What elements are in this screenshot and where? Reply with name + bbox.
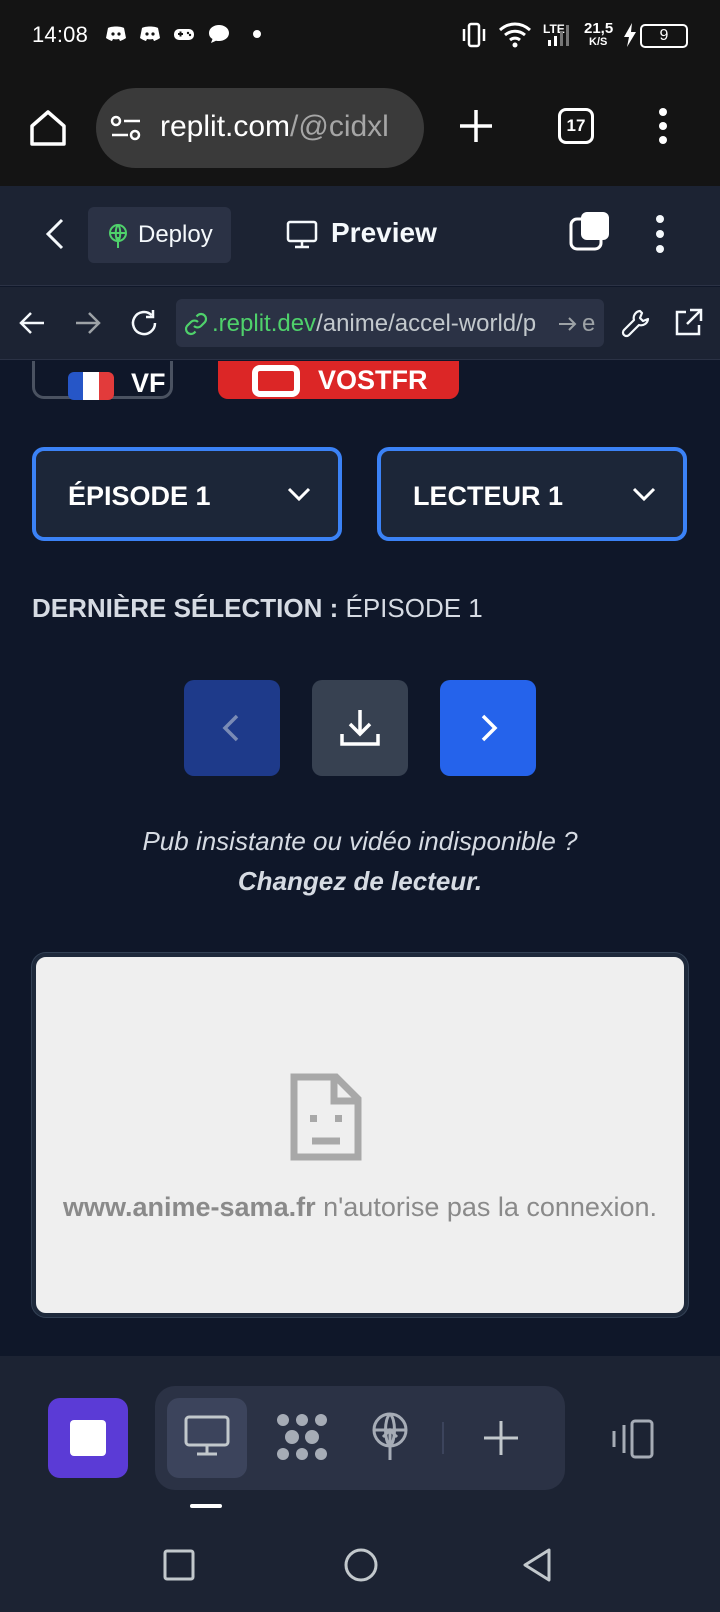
webview-url-path: /anime/accel-world/p — [316, 310, 537, 337]
lang-vf-label: VF — [131, 368, 166, 398]
notice-line-2: Changez de lecteur. — [237, 866, 483, 896]
reload-icon[interactable] — [128, 307, 160, 339]
next-episode-button[interactable] — [440, 680, 536, 776]
lang-vostfr-label: VOSTFR — [318, 365, 428, 395]
url-path: /@cidxl — [290, 110, 389, 143]
clock: 14:08 — [32, 22, 89, 47]
iframe-error-message: www.anime-sama.fr n'autorise pas la conn… — [36, 1189, 684, 1225]
iframe-error-domain: www.anime-sama.fr — [63, 1192, 316, 1222]
status-bar: 14:08 LTE 21,5 K/S 9 — [0, 0, 720, 72]
notice-line-1: Pub insistante ou vidéo indisponible ? — [142, 826, 578, 856]
video-player-iframe[interactable]: www.anime-sama.fr n'autorise pas la conn… — [32, 953, 688, 1317]
deploy-button[interactable]: Deploy — [88, 207, 231, 263]
replit-bottom-bar — [0, 1356, 720, 1516]
charging-icon — [624, 23, 636, 47]
discord-icon — [140, 26, 160, 41]
deploy-icon — [372, 1412, 408, 1460]
preview-label: Preview — [331, 217, 437, 248]
back-triangle-icon[interactable] — [520, 1546, 554, 1584]
plus-icon — [484, 1421, 518, 1455]
preview-tab[interactable]: Preview — [283, 206, 443, 266]
wifi-icon — [499, 22, 531, 48]
more-options-icon[interactable] — [656, 104, 670, 148]
episode-select[interactable]: ÉPISODE 1 — [32, 447, 342, 541]
webview-url-domain: .replit.dev — [212, 310, 317, 337]
chevron-down-icon — [287, 487, 311, 502]
webview-toolbar: .replit.dev/anime/accel-world/p e — [0, 287, 720, 360]
player-select[interactable]: LECTEUR 1 — [377, 447, 687, 541]
agent-icon — [277, 1414, 327, 1460]
workspace-tool-switcher — [155, 1386, 565, 1490]
tab-manager-icon[interactable] — [608, 1418, 656, 1460]
previous-episode-button[interactable] — [184, 680, 280, 776]
divider — [442, 1422, 444, 1454]
lang-vf-button[interactable]: VF — [32, 361, 173, 400]
tab-count: 17 — [566, 116, 586, 135]
japanese-flag-icon — [252, 365, 300, 397]
last-selection: DERNIÈRE SÉLECTION : ÉPISODE 1 — [32, 593, 483, 624]
preview-tool-button[interactable] — [167, 1398, 247, 1478]
signal-icon — [548, 25, 569, 46]
lang-vostfr-button[interactable]: VOSTFR — [218, 361, 459, 399]
devtools-wrench-icon[interactable] — [620, 307, 652, 339]
french-flag-icon — [68, 372, 114, 400]
webview-content: VF VOSTFR ÉPISODE 1 LECTEUR 1 DERNIÈRE S… — [0, 361, 720, 1356]
arrow-right-icon[interactable] — [74, 309, 102, 337]
stop-icon — [70, 1420, 106, 1456]
download-button[interactable] — [312, 680, 408, 776]
link-icon — [184, 312, 208, 336]
address-bar[interactable]: replit.com/@cidxl — [96, 88, 424, 168]
sad-page-icon — [290, 1073, 362, 1161]
recents-icon[interactable] — [162, 1548, 196, 1582]
tabs-icon[interactable] — [568, 210, 612, 252]
monitor-icon — [184, 1415, 230, 1456]
webview-url-suffix: e — [582, 310, 596, 337]
new-tab-icon[interactable] — [456, 106, 496, 146]
replit-header: Deploy Preview — [0, 186, 720, 286]
vibrate-icon — [462, 22, 486, 48]
iframe-error-text: n'autorise pas la connexion. — [323, 1192, 657, 1222]
webview-url-field[interactable]: .replit.dev/anime/accel-world/p e — [176, 299, 604, 347]
tab-switcher-button[interactable]: 17 — [558, 108, 594, 144]
site-settings-icon[interactable] — [110, 114, 142, 142]
home-circle-icon[interactable] — [342, 1546, 380, 1584]
last-selection-value: ÉPISODE 1 — [345, 593, 483, 623]
chevron-right-icon — [481, 714, 498, 742]
back-chevron-icon[interactable] — [42, 216, 70, 252]
chevron-left-icon — [222, 714, 239, 742]
arrow-left-icon[interactable] — [18, 309, 46, 337]
url-host: replit.com — [160, 110, 291, 143]
arrow-right-icon — [559, 317, 577, 331]
stop-button[interactable] — [48, 1398, 128, 1478]
deployments-tool-button[interactable] — [351, 1398, 431, 1478]
chat-bubble-icon — [209, 25, 229, 43]
deploy-label: Deploy — [138, 221, 213, 248]
player-select-value: LECTEUR 1 — [413, 481, 564, 511]
gamepad-icon — [174, 29, 194, 40]
network-speed: 21,5 — [584, 20, 614, 37]
add-tool-button[interactable] — [461, 1398, 541, 1478]
browser-toolbar: replit.com/@cidxl 17 — [0, 72, 720, 186]
open-external-icon[interactable] — [672, 307, 704, 339]
address-text[interactable]: replit.com/@cidxl — [160, 110, 410, 144]
dot-icon — [253, 30, 261, 38]
monitor-icon — [286, 220, 318, 249]
network-speed-unit: K/S — [589, 36, 608, 48]
more-options-icon[interactable] — [653, 212, 667, 256]
deploy-icon — [109, 224, 127, 248]
episode-select-value: ÉPISODE 1 — [68, 481, 211, 511]
download-icon — [340, 710, 380, 746]
battery-indicator: 9 — [640, 24, 688, 48]
discord-icon — [106, 26, 126, 41]
battery-level: 9 — [659, 27, 669, 44]
active-tab-indicator — [190, 1504, 222, 1508]
system-navigation-bar — [0, 1516, 720, 1612]
last-selection-label: DERNIÈRE SÉLECTION : — [32, 593, 339, 623]
agent-tool-button[interactable] — [263, 1398, 343, 1478]
home-icon[interactable] — [26, 106, 70, 150]
chevron-down-icon — [632, 487, 656, 502]
